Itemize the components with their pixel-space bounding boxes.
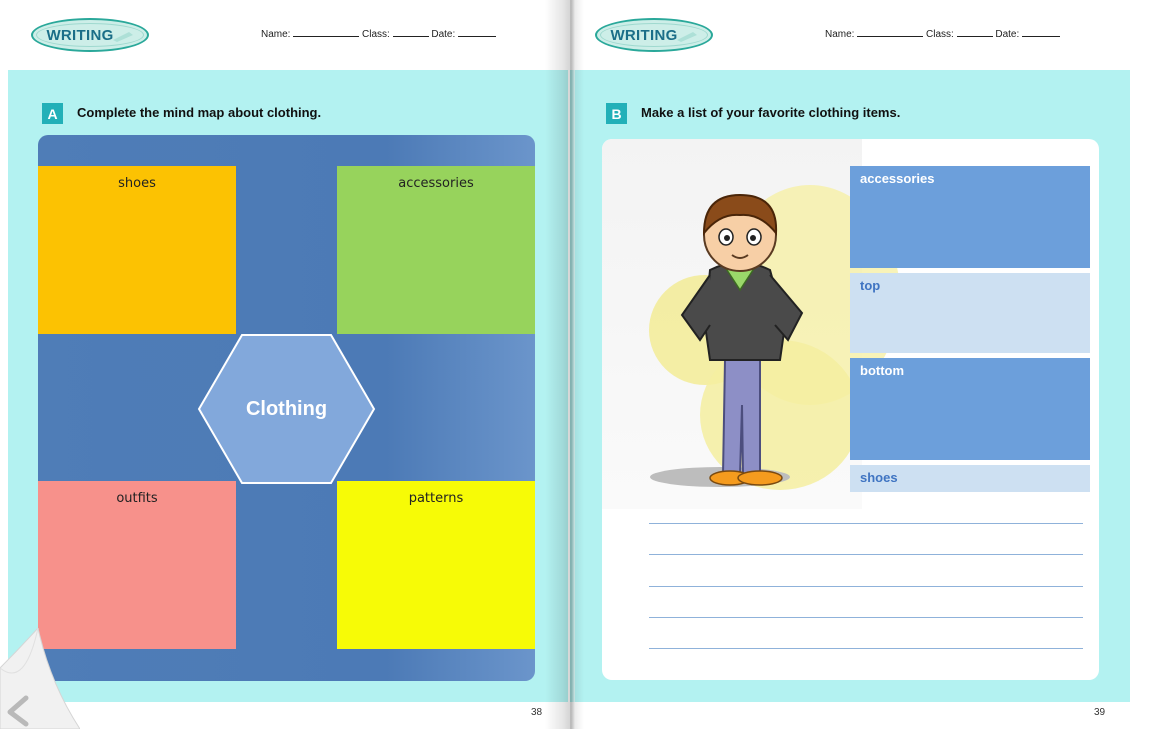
- category-label: shoes: [860, 470, 898, 485]
- right-page: WRITING Name: Class: Date: B Make a list…: [570, 0, 1149, 729]
- class-label: Class:: [926, 29, 954, 40]
- badge-label: WRITING: [610, 26, 678, 44]
- section-title: Make a list of your favorite clothing it…: [641, 105, 901, 120]
- pencil-icon: [677, 32, 697, 42]
- mindmap-center-label: Clothing: [245, 397, 328, 420]
- writing-line[interactable]: [649, 586, 1083, 587]
- category-shoes[interactable]: shoes: [850, 465, 1090, 492]
- mindmap-label: accessories: [398, 176, 474, 191]
- mindmap-center: Clothing: [197, 334, 376, 484]
- name-blank[interactable]: [857, 29, 924, 37]
- date-blank[interactable]: [1022, 29, 1061, 37]
- header-fields: Name: Class: Date:: [261, 29, 497, 40]
- left-page: WRITING Name: Class: Date: A Complete th…: [0, 0, 568, 729]
- page-number: 39: [1094, 707, 1106, 718]
- pencil-icon: [113, 32, 133, 42]
- writing-badge: WRITING: [595, 18, 713, 52]
- class-label: Class:: [362, 29, 390, 40]
- mindmap-box-accessories[interactable]: accessories: [337, 166, 535, 334]
- name-label: Name:: [825, 29, 855, 40]
- section-letter: B: [606, 103, 627, 124]
- section-letter: A: [42, 103, 63, 124]
- mindmap-label: patterns: [408, 491, 464, 506]
- writing-line[interactable]: [649, 648, 1083, 649]
- date-label: Date:: [431, 29, 456, 40]
- header-fields: Name: Class: Date:: [825, 29, 1061, 40]
- page-number: 38: [531, 707, 543, 718]
- class-blank[interactable]: [392, 29, 429, 37]
- category-label: bottom: [860, 363, 905, 378]
- mindmap-label: shoes: [118, 176, 156, 191]
- category-accessories[interactable]: accessories: [850, 166, 1090, 268]
- class-blank[interactable]: [956, 29, 993, 37]
- writing-line[interactable]: [649, 523, 1083, 524]
- category-top[interactable]: top: [850, 273, 1090, 353]
- category-label: accessories: [860, 171, 935, 186]
- writing-line[interactable]: [649, 554, 1083, 555]
- page-curl[interactable]: [0, 628, 80, 729]
- mindmap-box-outfits[interactable]: outfits: [38, 481, 236, 649]
- section-title: Complete the mind map about clothing.: [77, 105, 322, 120]
- mindmap-box-shoes[interactable]: shoes: [38, 166, 236, 334]
- badge-label: WRITING: [46, 26, 114, 44]
- category-bottom[interactable]: bottom: [850, 358, 1090, 460]
- mindmap-label: outfits: [116, 491, 158, 506]
- date-label: Date:: [995, 29, 1020, 40]
- writing-line[interactable]: [649, 617, 1083, 618]
- name-blank[interactable]: [293, 29, 360, 37]
- mindmap-box-patterns[interactable]: patterns: [337, 481, 535, 649]
- writing-badge: WRITING: [31, 18, 149, 52]
- category-label: top: [860, 278, 881, 293]
- name-label: Name:: [261, 29, 291, 40]
- mind-map: shoes accessories outfits patterns Cloth…: [38, 135, 535, 681]
- date-blank[interactable]: [458, 29, 497, 37]
